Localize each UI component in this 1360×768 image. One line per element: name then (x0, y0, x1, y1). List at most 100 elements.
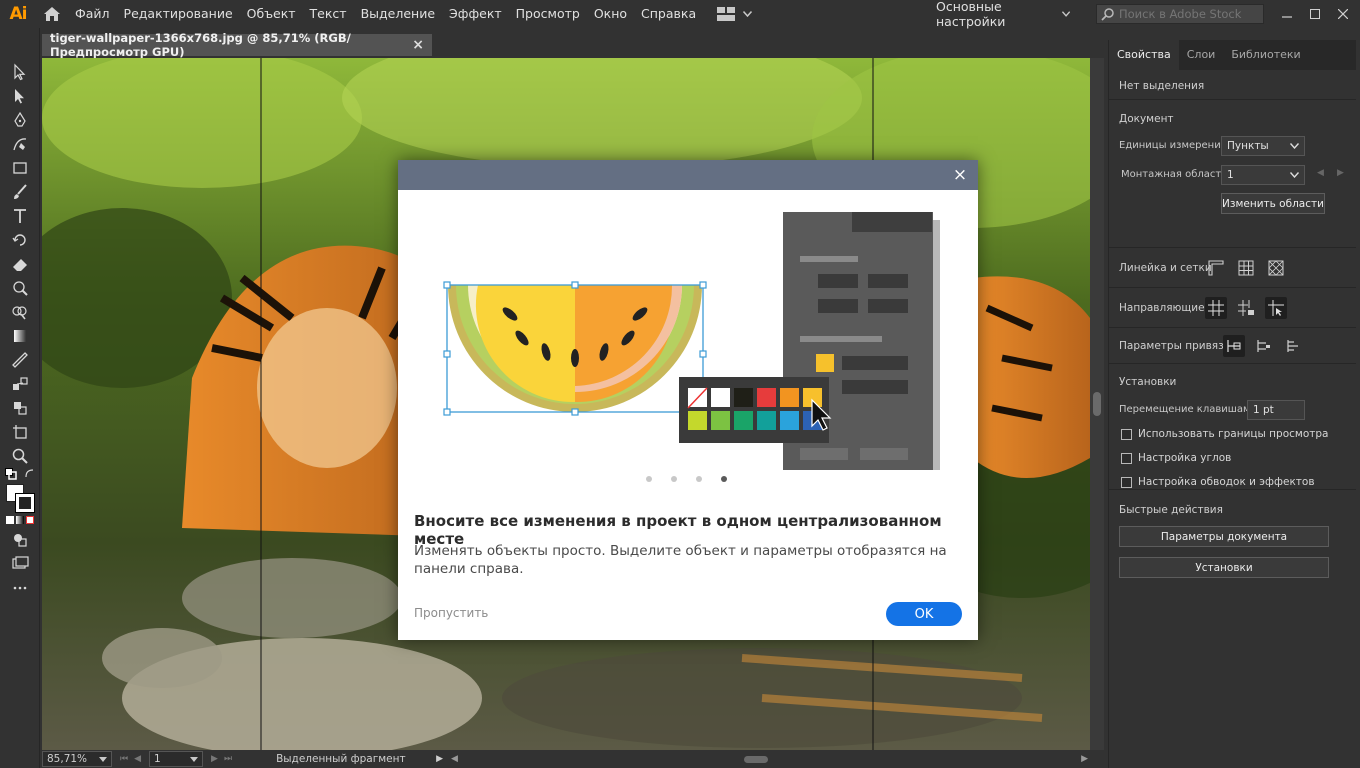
transparency-grid-button[interactable] (1265, 257, 1287, 279)
dialog-close-button[interactable]: × (950, 165, 970, 185)
draw-mode-button[interactable] (0, 528, 40, 552)
ok-button[interactable]: OK (886, 602, 962, 626)
menu-select[interactable]: Выделение (354, 0, 442, 28)
menu-file[interactable]: Файл (68, 0, 117, 28)
pen-tool[interactable] (0, 108, 40, 132)
units-select[interactable]: Пункты (1221, 136, 1305, 156)
edit-artboards-button[interactable]: Изменить области (1221, 193, 1325, 214)
rectangle-tool[interactable] (0, 156, 40, 180)
h-scroll-thumb[interactable] (743, 756, 768, 763)
next-artboard-icon[interactable]: ▶ (211, 754, 218, 764)
tab-libraries[interactable]: Библиотеки (1223, 40, 1308, 70)
pagination-dot[interactable] (671, 476, 677, 482)
stock-search-input[interactable] (1119, 7, 1259, 21)
last-artboard-icon[interactable]: ⏭ (224, 754, 232, 764)
artboard-tool[interactable] (0, 420, 40, 444)
use-preview-bounds-checkbox[interactable]: Использовать границы просмотра (1121, 428, 1328, 440)
zoom-select[interactable]: 85,71% (42, 751, 112, 767)
vertical-scrollbar[interactable] (1090, 58, 1104, 750)
default-colors-icon[interactable] (5, 468, 17, 480)
pagination-dot[interactable] (646, 476, 652, 482)
screen-mode-button[interactable] (0, 552, 40, 576)
maximize-button[interactable] (1300, 0, 1330, 28)
color-swatch[interactable] (780, 411, 799, 430)
artboard-select[interactable]: 1 (1221, 165, 1305, 185)
snap-to-glyph-button[interactable] (1283, 335, 1305, 357)
color-swatch[interactable] (757, 388, 776, 407)
color-button[interactable] (5, 516, 14, 524)
menu-type[interactable]: Текст (303, 0, 354, 28)
swap-colors-icon[interactable] (24, 468, 36, 480)
type-tool[interactable] (0, 204, 40, 228)
warp-tool[interactable] (0, 276, 40, 300)
document-tab[interactable]: tiger-wallpaper-1366x768.jpg @ 85,71% (R… (42, 31, 432, 59)
menu-object[interactable]: Объект (240, 0, 303, 28)
smart-guides-button[interactable] (1265, 297, 1287, 319)
stroke-swatch[interactable] (15, 493, 35, 513)
snap-to-point-button[interactable] (1223, 335, 1245, 357)
nudge-input[interactable]: 1 pt (1247, 400, 1305, 420)
symbol-sprayer-tool[interactable] (0, 396, 40, 420)
pagination-dot[interactable] (721, 476, 727, 482)
tab-properties[interactable]: Свойства (1109, 40, 1179, 70)
edit-toolbar-button[interactable] (0, 576, 40, 600)
blend-tool[interactable] (0, 372, 40, 396)
horizontal-scrollbar[interactable] (464, 754, 1075, 764)
preferences-button[interactable]: Установки (1119, 557, 1329, 578)
close-window-button[interactable] (1328, 0, 1358, 28)
color-swatch[interactable] (734, 411, 753, 430)
scale-corners-checkbox[interactable]: Настройка углов (1121, 452, 1231, 464)
home-button[interactable] (36, 0, 68, 28)
selection-tool[interactable] (0, 60, 40, 84)
next-artboard-icon[interactable]: ▶ (1337, 168, 1344, 178)
document-setup-button[interactable]: Параметры документа (1119, 526, 1329, 547)
eraser-tool[interactable] (0, 252, 40, 276)
gradient-button[interactable] (15, 516, 24, 524)
workspace-switcher[interactable]: Основные настройки (928, 0, 1078, 29)
zoom-tool[interactable] (0, 444, 40, 468)
pagination-dot[interactable] (696, 476, 702, 482)
scroll-right-icon[interactable]: ▶ (1081, 754, 1088, 764)
tab-layers[interactable]: Слои (1179, 40, 1224, 70)
color-swatch[interactable] (711, 388, 730, 407)
curvature-tool[interactable] (0, 132, 40, 156)
guides-toggle-button[interactable] (1205, 297, 1227, 319)
gradient-tool[interactable] (0, 324, 40, 348)
eyedropper-tool[interactable] (0, 348, 40, 372)
prev-artboard-icon[interactable]: ◀ (1317, 168, 1324, 178)
color-swatch[interactable] (757, 411, 776, 430)
menu-edit[interactable]: Редактирование (117, 0, 240, 28)
lock-guides-button[interactable] (1235, 297, 1257, 319)
status-menu-arrow-icon[interactable]: ▶ (436, 754, 443, 764)
artboard-select[interactable]: 1 (149, 751, 204, 767)
prev-artboard-icon[interactable]: ◀ (134, 754, 141, 764)
menu-help[interactable]: Справка (634, 0, 703, 28)
skip-link[interactable]: Пропустить (414, 606, 488, 620)
first-artboard-icon[interactable]: ⏮ (120, 754, 128, 764)
shape-builder-tool[interactable] (0, 300, 40, 324)
scale-strokes-checkbox[interactable]: Настройка обводок и эффектов (1121, 476, 1315, 488)
arrange-documents-button[interactable] (717, 7, 753, 21)
scroll-left-icon[interactable]: ◀ (451, 754, 458, 764)
close-document-icon[interactable]: × (412, 37, 424, 53)
menu-view[interactable]: Просмотр (509, 0, 587, 28)
rotate-tool[interactable] (0, 228, 40, 252)
grid-button[interactable] (1235, 257, 1257, 279)
paintbrush-tool[interactable] (0, 180, 40, 204)
menu-window[interactable]: Окно (587, 0, 634, 28)
scroll-thumb[interactable] (1093, 392, 1101, 416)
color-swatch[interactable] (688, 411, 707, 430)
color-swatch[interactable] (711, 411, 730, 430)
menu-effect[interactable]: Эффект (442, 0, 509, 28)
checkbox-box[interactable] (1121, 428, 1132, 440)
checkbox-box[interactable] (1121, 452, 1132, 464)
checkbox-box[interactable] (1121, 476, 1132, 488)
direct-selection-tool[interactable] (0, 84, 40, 108)
none-button[interactable] (25, 516, 34, 524)
rulers-button[interactable] (1205, 257, 1227, 279)
snap-to-pixel-button[interactable] (1253, 335, 1275, 357)
color-swatch[interactable] (734, 388, 753, 407)
stock-search[interactable] (1096, 4, 1264, 24)
minimize-button[interactable] (1272, 0, 1302, 28)
color-swatch[interactable] (780, 388, 799, 407)
